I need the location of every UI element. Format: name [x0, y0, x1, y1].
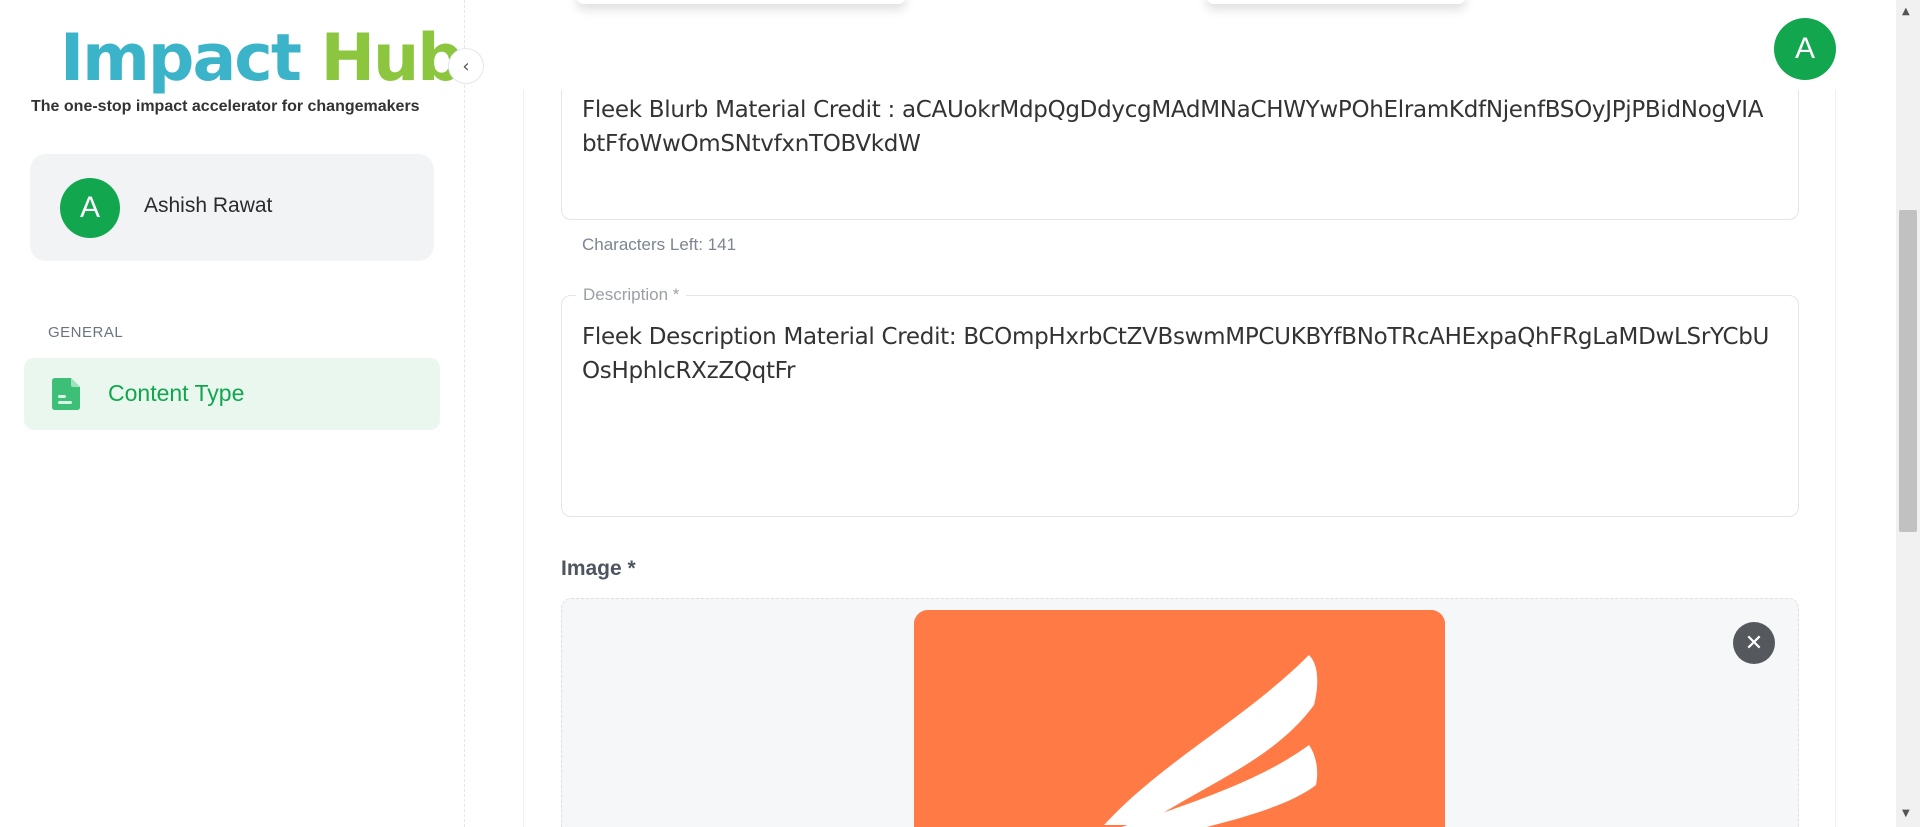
image-preview: [914, 610, 1445, 827]
logo-word-hub: Hub: [320, 21, 464, 96]
remove-image-button[interactable]: ✕: [1733, 622, 1775, 664]
sidebar-item-label: Content Type: [108, 380, 245, 406]
flame-logo-icon: [914, 610, 1445, 827]
close-icon: ✕: [1744, 630, 1764, 656]
scrollbar-thumb[interactable]: [1899, 210, 1917, 532]
description-value: Fleek Description Material Credit: BCOmp…: [582, 324, 1770, 384]
app-logo[interactable]: Impact Hub: [60, 21, 464, 96]
sidebar-item-content-type[interactable]: Content Type: [24, 358, 440, 430]
description-field[interactable]: Description * Fleek Description Material…: [561, 285, 1799, 517]
characters-left-text: Characters Left: 141: [582, 235, 737, 254]
scrolled-element-shadow: [1206, 0, 1466, 4]
description-label: Description *: [576, 285, 687, 305]
account-menu-button[interactable]: A: [1774, 18, 1836, 80]
scroll-down-icon[interactable]: ▼: [1902, 808, 1910, 819]
user-name: Ashish Rawat: [144, 194, 273, 217]
blurb-field[interactable]: Fleek Blurb Material Credit : aCAUokrMdp…: [561, 72, 1799, 220]
sidebar-collapse-button[interactable]: ‹: [448, 48, 484, 84]
app-tagline: The one-stop impact accelerator for chan…: [31, 98, 420, 115]
user-profile-card[interactable]: A Ashish Rawat: [30, 154, 434, 261]
user-avatar: A: [60, 178, 120, 238]
scroll-up-icon[interactable]: ▲: [1902, 6, 1910, 17]
chevron-left-icon: ‹: [462, 55, 470, 77]
logo-word-impact: Impact: [60, 21, 302, 96]
scrolled-element-shadow: [576, 0, 906, 4]
page-scrollbar[interactable]: ▲ ▼: [1896, 0, 1920, 827]
image-label: Image *: [561, 557, 636, 580]
blurb-value: Fleek Blurb Material Credit : aCAUokrMdp…: [582, 97, 1764, 157]
top-bar: [466, 0, 1896, 90]
document-icon: [52, 378, 80, 410]
sidebar: Impact Hub The one-stop impact accelerat…: [0, 0, 465, 827]
section-label-general: GENERAL: [48, 324, 124, 341]
top-avatar: A: [1774, 18, 1836, 80]
